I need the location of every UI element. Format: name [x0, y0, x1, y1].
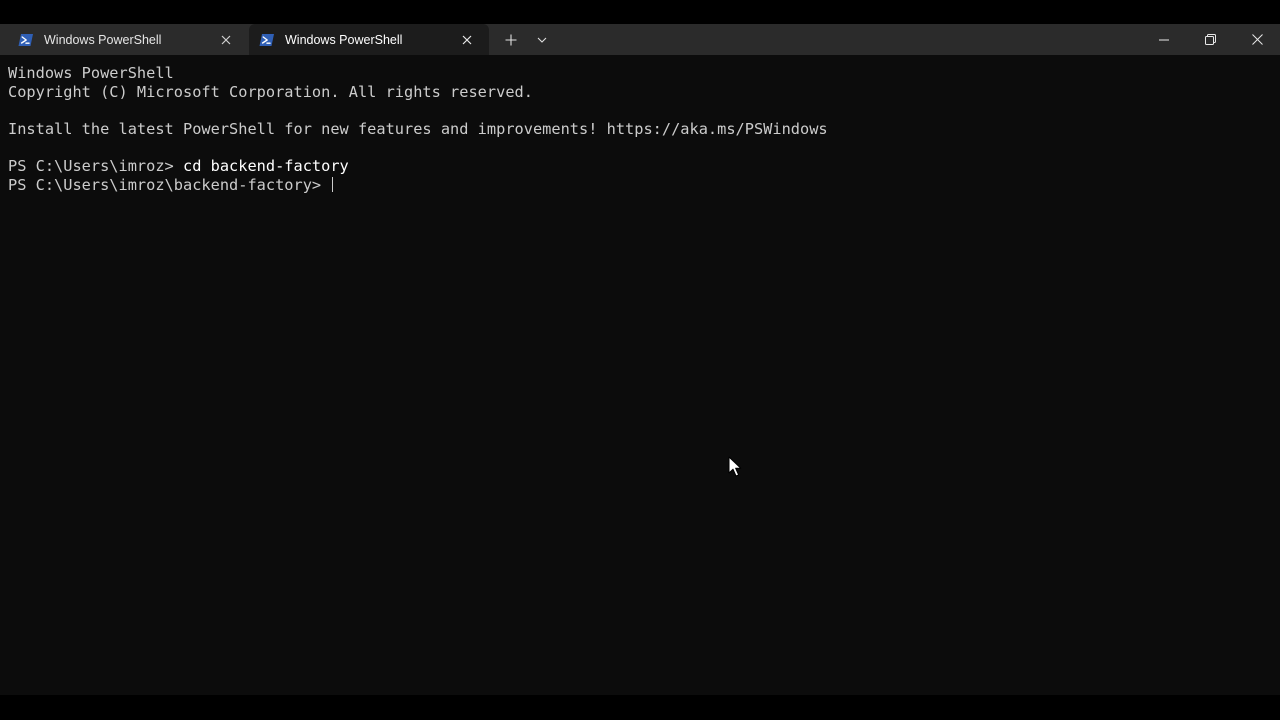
line-text: Windows PowerShell — [8, 64, 174, 82]
close-window-button[interactable] — [1234, 24, 1280, 55]
terminal-input-line[interactable]: PS C:\Users\imroz\backend-factory> — [8, 176, 1280, 195]
terminal-line: Install the latest PowerShell for new fe… — [8, 120, 1280, 139]
powershell-icon — [18, 33, 33, 46]
terminal-line: Copyright (C) Microsoft Corporation. All… — [8, 83, 1280, 102]
restore-button[interactable] — [1187, 24, 1233, 55]
terminal-window: Windows PowerShell Windows PowerShell Wi… — [0, 24, 1280, 695]
new-tab-button[interactable] — [498, 28, 524, 52]
prompt: PS C:\Users\imroz> — [8, 156, 183, 175]
line-text: Copyright (C) Microsoft Corporation. All… — [8, 82, 533, 101]
terminal-line: Windows PowerShell — [8, 64, 1280, 83]
title-bar: Windows PowerShell Windows PowerShell — [0, 24, 1280, 55]
letterbox-top — [0, 0, 1280, 24]
tab-title: Windows PowerShell — [285, 32, 403, 47]
line-text: Install the latest PowerShell for new fe… — [8, 119, 828, 138]
restore-icon — [1204, 34, 1216, 45]
text-cursor — [332, 176, 334, 192]
minimize-button[interactable] — [1141, 24, 1187, 55]
minimize-icon — [1159, 39, 1169, 40]
close-tab-icon[interactable] — [218, 32, 234, 48]
tab-powershell-2[interactable]: Windows PowerShell — [249, 24, 489, 55]
command-text: cd backend-factory — [182, 156, 349, 175]
letterbox-bottom — [0, 695, 1280, 720]
terminal-output[interactable]: Windows PowerShell Copyright (C) Microso… — [0, 55, 1280, 695]
close-icon — [1251, 34, 1263, 45]
terminal-line: PS C:\Users\imroz> cd backend-factory — [8, 157, 1280, 176]
prompt: PS C:\Users\imroz\backend-factory> — [8, 175, 331, 194]
close-tab-icon[interactable] — [459, 32, 475, 48]
tab-title: Windows PowerShell — [44, 32, 162, 47]
plus-icon — [505, 34, 517, 46]
powershell-icon — [259, 33, 274, 46]
chevron-down-icon — [537, 37, 547, 43]
tab-dropdown-button[interactable] — [530, 28, 554, 52]
mouse-pointer-icon — [728, 456, 742, 477]
tab-powershell-1[interactable]: Windows PowerShell — [8, 24, 248, 55]
